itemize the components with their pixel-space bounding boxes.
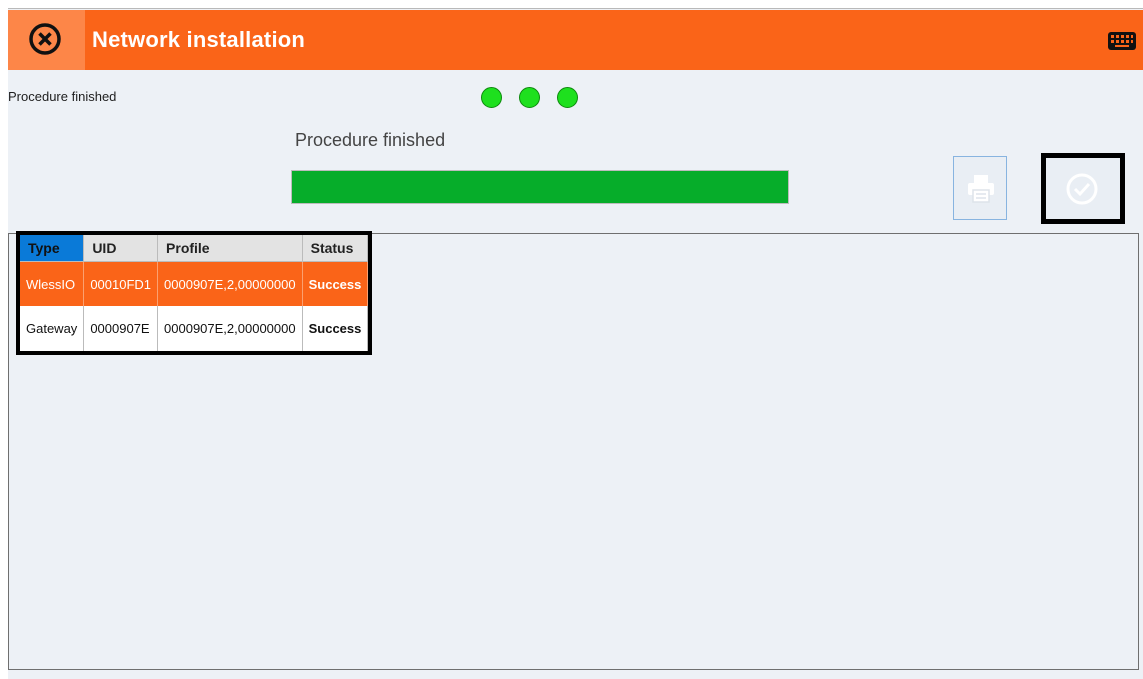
column-header-uid[interactable]: UID: [83, 235, 159, 262]
network-installation-window: Network installation Procedure finished …: [8, 8, 1143, 679]
cell-status: Success: [302, 306, 369, 351]
column-header-type[interactable]: Type: [20, 235, 85, 262]
status-indicator-2: [519, 87, 540, 108]
keyboard-icon: [1108, 32, 1136, 50]
progress-bar: [291, 170, 789, 204]
print-button[interactable]: [953, 156, 1007, 220]
cell-type: WlessIO: [20, 261, 85, 306]
window-title: Network installation: [92, 27, 306, 52]
status-indicator-1: [481, 87, 502, 108]
cell-profile: 0000907E,2,00000000: [157, 306, 303, 351]
cell-type: Gateway: [20, 306, 85, 351]
cell-profile: 0000907E,2,00000000: [157, 261, 303, 306]
table-row[interactable]: WlessIO 00010FD1 0000907E,2,00000000 Suc…: [20, 261, 369, 306]
printer-icon: [968, 175, 994, 203]
cell-status: Success: [302, 261, 369, 306]
status-text: Procedure finished: [8, 89, 117, 104]
procedure-label: Procedure finished: [295, 130, 446, 150]
title-bar: Network installation: [8, 10, 1143, 70]
check-circle-icon: [1066, 173, 1098, 205]
cell-uid: 00010FD1: [83, 261, 159, 306]
cell-uid: 0000907E: [83, 306, 159, 351]
close-circle-icon: [29, 23, 61, 55]
keyboard-button[interactable]: [1107, 31, 1137, 56]
progress-fill: [292, 171, 788, 203]
column-header-status[interactable]: Status: [302, 235, 369, 262]
close-button[interactable]: [8, 10, 85, 70]
table-row[interactable]: Gateway 0000907E 0000907E,2,00000000 Suc…: [20, 306, 369, 351]
column-header-profile[interactable]: Profile: [157, 235, 303, 262]
table-header-row: Type UID Profile Status: [20, 235, 369, 262]
results-table: Type UID Profile Status WlessIO 00010FD1…: [16, 231, 373, 355]
status-indicator-3: [557, 87, 578, 108]
confirm-button[interactable]: [1041, 153, 1125, 224]
